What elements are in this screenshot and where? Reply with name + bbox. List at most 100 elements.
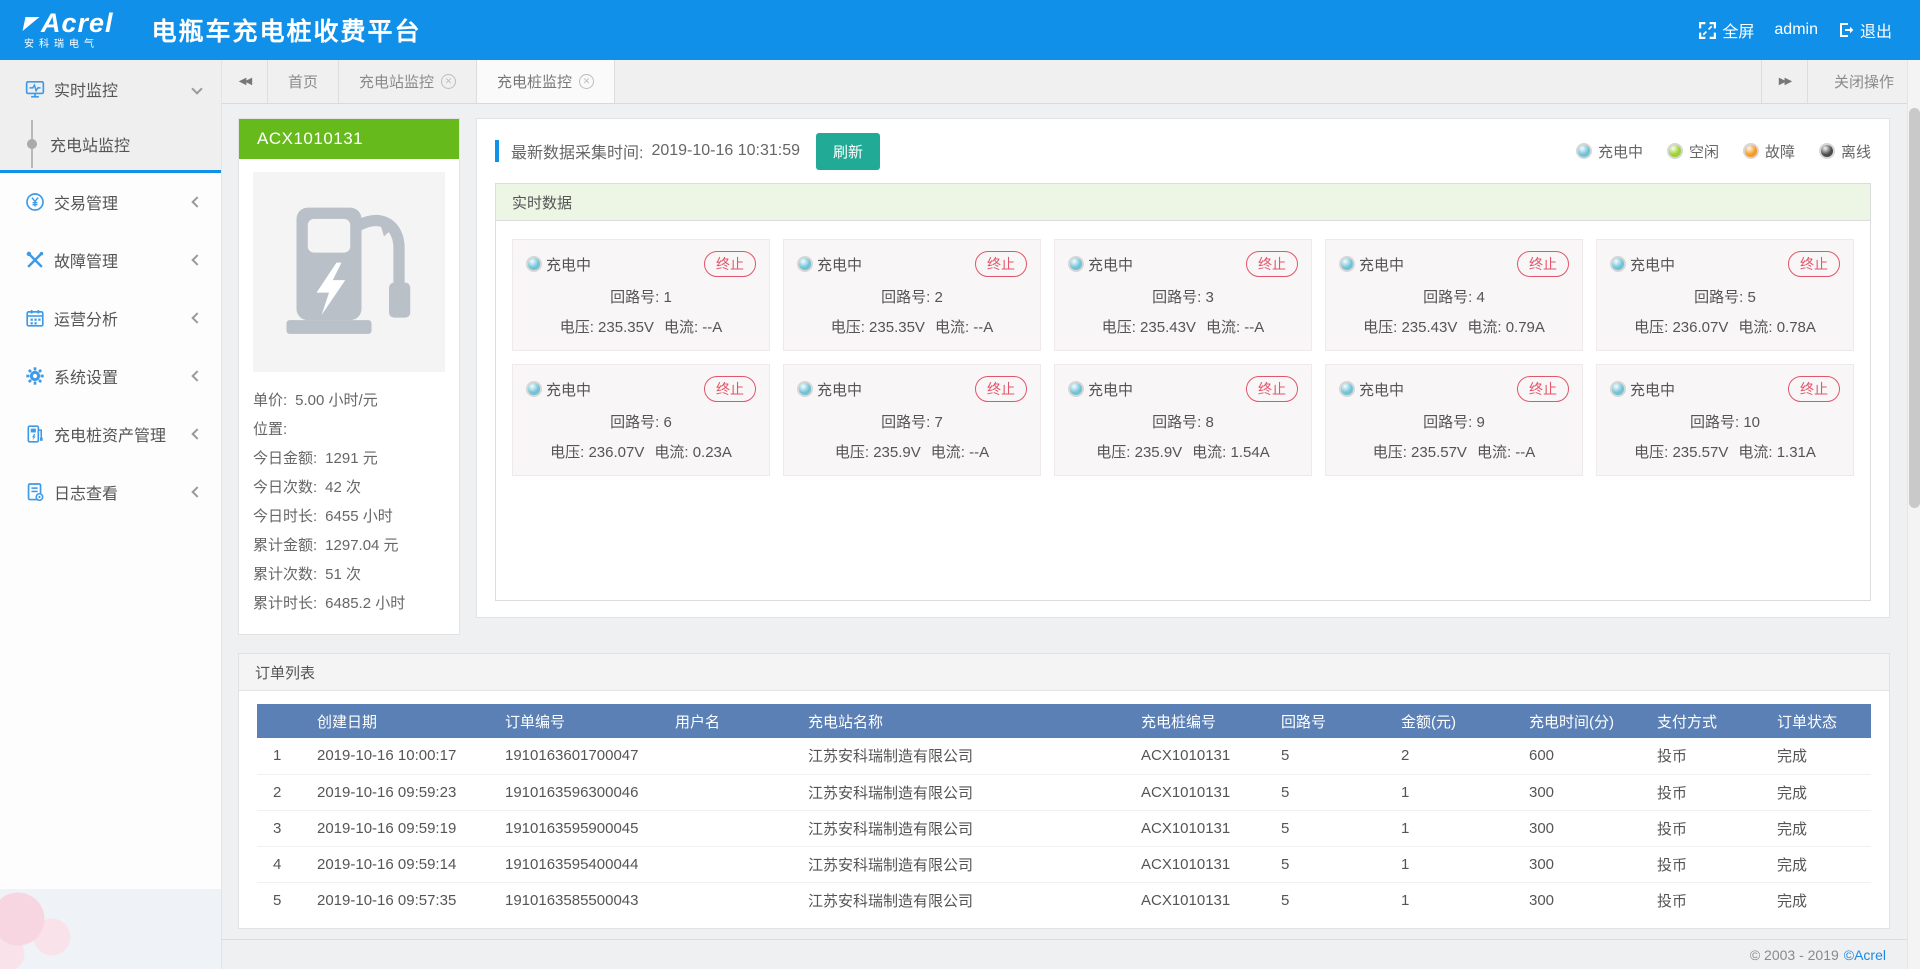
terminate-button[interactable]: 终止 [1788, 251, 1840, 277]
current-label: 电流: [1738, 444, 1772, 461]
sidebar-item-label: 充电桩资产管理 [54, 422, 166, 446]
refresh-button[interactable]: 刷新 [816, 133, 880, 170]
circuit-label: 回路号: [881, 414, 930, 431]
tab-close-icon[interactable] [579, 74, 594, 89]
current-value: 0.23A [693, 444, 732, 461]
sidebar-item-realtime-monitor[interactable]: 实时监控 [0, 60, 221, 118]
sidebar-item-trade-mgmt[interactable]: 交易管理 [0, 173, 221, 231]
voltage-label: 电压: [1373, 444, 1407, 461]
stat-today-count: 今日次数:42 次 [253, 473, 445, 502]
circuit-label: 回路号: [1423, 289, 1472, 306]
sidebar-item-fault-mgmt[interactable]: 故障管理 [0, 231, 221, 289]
fullscreen-button[interactable]: 全屏 [1699, 18, 1754, 42]
tab-label: 首页 [288, 71, 318, 92]
fault-dot-icon [1743, 143, 1759, 159]
collect-time-value: 2019-10-16 10:31:59 [651, 142, 800, 160]
vertical-scrollbar[interactable] [1907, 60, 1920, 969]
cell-order-status: 完成 [1767, 882, 1871, 918]
circuit-grid: 充电中终止 回路号: 1 电压: 235.35V电流: --A 充电中终止 回路… [512, 239, 1854, 476]
cell-pay-method: 投币 [1647, 738, 1767, 774]
circuit-no: 5 [1748, 289, 1756, 306]
tab-label: 充电桩监控 [497, 71, 572, 92]
voltage-label: 电压: [1634, 319, 1668, 336]
cell-amount: 2 [1391, 738, 1519, 774]
cell-pile-no: ACX1010131 [1131, 810, 1271, 846]
voltage-value: 235.57V [1672, 444, 1728, 461]
current-label: 电流: [654, 444, 688, 461]
sidebar-subitem-label: 充电站监控 [50, 132, 130, 156]
sidebar-group-realtime: 实时监控 充电站监控 [0, 60, 221, 173]
circuit-card-9: 充电中终止 回路号: 9 电压: 235.57V电流: --A [1325, 364, 1583, 476]
cell-amount: 1 [1391, 774, 1519, 810]
sidebar-item-system-settings[interactable]: 系统设置 [0, 347, 221, 405]
col-circuit-no: 回路号 [1271, 704, 1391, 738]
current-value: --A [1515, 444, 1535, 461]
chevron-left-icon [191, 254, 202, 265]
current-value: 1.54A [1231, 444, 1270, 461]
circuit-no: 6 [664, 414, 672, 431]
tab-home[interactable]: 首页 [268, 60, 339, 103]
terminate-button[interactable]: 终止 [1517, 251, 1569, 277]
terminate-button[interactable]: 终止 [1517, 376, 1569, 402]
terminate-button[interactable]: 终止 [975, 251, 1027, 277]
status-label: 充电中 [1088, 254, 1133, 275]
sidebar-item-label: 运营分析 [54, 306, 118, 330]
chevron-down-icon [191, 83, 202, 94]
cell-index: 4 [257, 846, 307, 882]
current-label: 电流: [1192, 444, 1226, 461]
terminate-button[interactable]: 终止 [1246, 376, 1298, 402]
logo-flag-icon [23, 17, 40, 31]
tab-close-icon[interactable] [441, 74, 456, 89]
brand-link[interactable]: ©Acrel [1844, 947, 1886, 963]
cell-station-name: 江苏安科瑞制造有限公司 [798, 846, 1131, 882]
col-index [257, 704, 307, 738]
charging-pile-large-icon [274, 197, 424, 347]
col-order-status: 订单状态 [1767, 704, 1871, 738]
status-dot-icon [1610, 256, 1626, 272]
terminate-button[interactable]: 终止 [704, 376, 756, 402]
circuit-label: 回路号: [1423, 414, 1472, 431]
tab-pile-monitor[interactable]: 充电桩监控 [477, 60, 615, 103]
cell-order-no: 1910163595900045 [495, 810, 665, 846]
current-value: --A [1244, 319, 1264, 336]
status-label: 充电中 [1630, 254, 1675, 275]
logout-icon [1838, 22, 1854, 38]
tabs-scroll-right-button[interactable]: ▶▶ [1761, 60, 1807, 103]
cell-order-no: 1910163601700047 [495, 738, 665, 774]
cell-order-status: 完成 [1767, 810, 1871, 846]
cell-create-date: 2019-10-16 09:57:35 [307, 882, 495, 918]
yuan-circle-icon [25, 192, 45, 212]
col-user: 用户名 [665, 704, 798, 738]
sidebar-item-station-monitor[interactable]: 充电站监控 [0, 118, 221, 170]
tab-station-monitor[interactable]: 充电站监控 [339, 60, 477, 103]
sidebar-item-pile-assets[interactable]: 充电桩资产管理 [0, 405, 221, 463]
close-operations-button[interactable]: 关闭操作 [1807, 60, 1920, 103]
username[interactable]: admin [1774, 21, 1818, 39]
sidebar: 实时监控 充电站监控 交易管理 故障管理 运营分析 [0, 60, 222, 969]
terminate-button[interactable]: 终止 [704, 251, 756, 277]
cell-station-name: 江苏安科瑞制造有限公司 [798, 774, 1131, 810]
terminate-button[interactable]: 终止 [1246, 251, 1298, 277]
tabs-scroll-left-button[interactable]: ◀◀ [222, 60, 268, 103]
logout-button[interactable]: 退出 [1838, 18, 1892, 42]
terminate-button[interactable]: 终止 [975, 376, 1027, 402]
circuit-card-4: 充电中终止 回路号: 4 电压: 235.43V电流: 0.79A [1325, 239, 1583, 351]
legend-fault: 故障 [1743, 141, 1795, 162]
sidebar-item-operation-analysis[interactable]: 运营分析 [0, 289, 221, 347]
sidebar-item-label: 日志查看 [54, 480, 118, 504]
voltage-value: 235.35V [598, 319, 654, 336]
circuit-no: 4 [1477, 289, 1485, 306]
cell-user [665, 882, 798, 918]
scrollbar-thumb[interactable] [1909, 108, 1920, 508]
cell-order-no: 1910163596300046 [495, 774, 665, 810]
voltage-value: 235.43V [1401, 319, 1457, 336]
cell-pile-no: ACX1010131 [1131, 774, 1271, 810]
sidebar-item-log-view[interactable]: 日志查看 [0, 463, 221, 521]
voltage-value: 236.07V [588, 444, 644, 461]
cell-station-name: 江苏安科瑞制造有限公司 [798, 738, 1131, 774]
status-label: 充电中 [817, 254, 862, 275]
status-dot-icon [1068, 381, 1084, 397]
terminate-button[interactable]: 终止 [1788, 376, 1840, 402]
orders-header-row: 创建日期 订单编号 用户名 充电站名称 充电桩编号 回路号 金额(元) 充电时间… [257, 704, 1871, 738]
cell-station-name: 江苏安科瑞制造有限公司 [798, 810, 1131, 846]
